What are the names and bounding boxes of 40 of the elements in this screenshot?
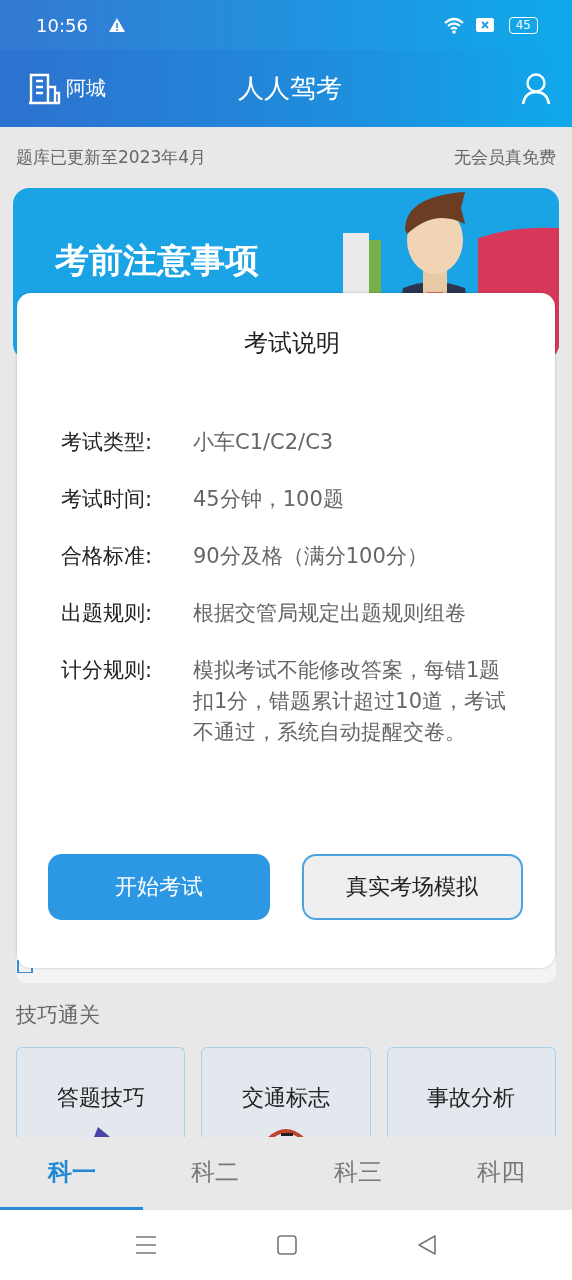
- warning-icon: [107, 17, 126, 33]
- info-label: 出题规则:: [61, 600, 154, 627]
- info-label: 合格标准:: [61, 543, 154, 570]
- free-notice: 无会员真免费: [454, 146, 556, 169]
- card-label: 答题技巧: [56, 1084, 145, 1112]
- city-label: 阿城: [66, 75, 106, 102]
- home-icon[interactable]: [277, 1235, 297, 1255]
- sim-icon: [474, 17, 495, 33]
- city-selector[interactable]: 阿城: [28, 72, 168, 105]
- info-label: 考试时间:: [61, 486, 154, 513]
- skill-card[interactable]: 答题技巧: [16, 1047, 186, 1137]
- subject-tab[interactable]: 科三: [286, 1137, 429, 1210]
- app-title: 人人驾考: [238, 72, 342, 105]
- info-value: 90分及格（满分100分）: [193, 543, 429, 570]
- subject-tab[interactable]: 科二: [143, 1137, 286, 1210]
- update-notice: 题库已更新至2023年4月: [16, 146, 207, 169]
- info-value: 根据交管局规定出题规则组卷: [193, 600, 467, 627]
- skill-card[interactable]: 事故分析: [386, 1047, 556, 1137]
- card-label: 事故分析: [427, 1084, 516, 1112]
- info-value: 模拟考试不能修改答案，每错1题扣1分，错题累计超过10道，考试不通过，系统自动提醒交卷。: [193, 657, 508, 746]
- subject-tab[interactable]: 科四: [429, 1137, 572, 1210]
- status-time: 10:56: [36, 14, 88, 36]
- section-title: 技巧通关: [15, 1002, 101, 1029]
- user-icon[interactable]: [520, 71, 552, 106]
- info-value: 小车C1/C2/C3: [193, 429, 335, 456]
- banner-title: 考前注意事项: [55, 239, 259, 282]
- battery-icon: 45: [508, 16, 538, 34]
- skill-card[interactable]: 交通标志: [201, 1047, 371, 1137]
- building-icon: [28, 72, 62, 105]
- card-label: 交通标志: [242, 1084, 330, 1112]
- info-label: 计分规则:: [61, 657, 154, 684]
- simulation-button[interactable]: 真实考场模拟: [301, 854, 523, 920]
- dialog-title: 考试说明: [244, 328, 340, 359]
- triangle-icon: [91, 1127, 110, 1137]
- back-icon[interactable]: [417, 1235, 437, 1255]
- menu-icon[interactable]: [135, 1235, 157, 1255]
- sign-icon: [266, 1127, 306, 1137]
- start-exam-button[interactable]: 开始考试: [48, 854, 270, 920]
- info-value: 45分钟，100题: [193, 486, 345, 513]
- info-label: 考试类型:: [61, 429, 154, 456]
